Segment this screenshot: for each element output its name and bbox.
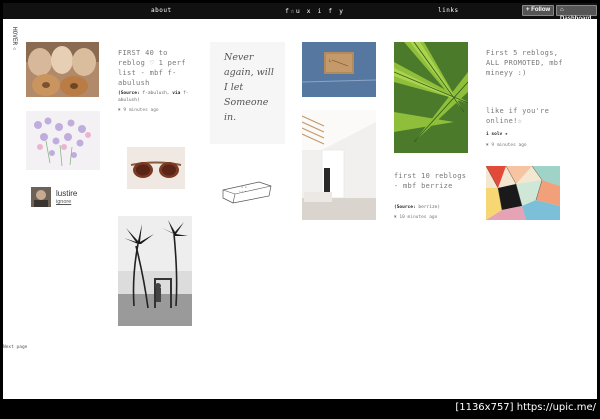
source-label: (Source: xyxy=(118,91,140,96)
post-time-2[interactable]: ✖ 10 minutes ago xyxy=(394,215,437,220)
post-time-1[interactable]: ✖ 9 minutes ago xyxy=(118,108,159,113)
donuts-image[interactable] xyxy=(26,42,99,97)
source-link[interactable]: f-abulush, xyxy=(142,91,169,96)
palm-beach-image[interactable] xyxy=(118,216,192,326)
cake-sketch-image[interactable]: × × • • • xyxy=(219,176,273,204)
cake-sketch: × × • • • xyxy=(219,176,273,204)
top-bar: about f☆u x i f y links + Follow ⌂ Dashb… xyxy=(3,3,597,22)
post-text-3: like if you're online!☆ xyxy=(486,107,550,125)
nav-links-link[interactable]: links xyxy=(438,7,459,14)
geometric-art xyxy=(486,166,560,220)
post-sub-3: i solv ★ xyxy=(486,131,508,138)
next-page-link[interactable]: Next page xyxy=(3,345,27,350)
avatar-photo xyxy=(31,187,51,207)
donuts-photo xyxy=(26,42,99,97)
avatar[interactable] xyxy=(31,187,51,207)
post-title-3[interactable]: First 5 reblogs, ALL PROMOTED, mbf miney… xyxy=(486,48,566,78)
geometric-art-image[interactable] xyxy=(486,166,560,220)
agave-photo xyxy=(394,42,468,153)
hover-label[interactable]: HOVER☆ xyxy=(11,27,18,52)
source-label-2: (Source: xyxy=(394,205,416,210)
follow-name[interactable]: lustire xyxy=(56,189,77,198)
agave-image[interactable] xyxy=(394,42,468,153)
jeans-photo: L xyxy=(302,42,376,97)
palm-beach-photo xyxy=(118,216,192,326)
ignore-link[interactable]: ignore xyxy=(56,199,71,205)
watercolor-flowers-image[interactable] xyxy=(26,111,100,170)
watermark-text: [1136x757] https://upic.me/ xyxy=(455,402,596,413)
blog-title[interactable]: f☆u x i f y xyxy=(285,7,345,15)
sunglasses-photo xyxy=(127,147,185,189)
source-link-2[interactable]: berrize) xyxy=(418,205,440,210)
handwritten-note-image[interactable]: Never again, will I let Someone in. xyxy=(210,42,285,144)
post-sub-text: i solv ★ xyxy=(486,132,508,137)
nav-about-link[interactable]: about xyxy=(151,7,172,14)
dashboard-button[interactable]: ⌂ Dashboard xyxy=(556,5,597,22)
post-source-2: (Source: berrize) xyxy=(394,204,440,211)
post-title-2[interactable]: first 10 reblogs - mbf berrize xyxy=(394,171,474,191)
post-source-1: (Source: f-abulush, via f-abulush) xyxy=(118,90,200,104)
follow-button[interactable]: + Follow xyxy=(522,5,555,16)
note-text: Never again, will I let Someone in. xyxy=(224,52,274,123)
jeans-image[interactable]: L xyxy=(302,42,376,97)
post-title-1[interactable]: FIRST 40 to reblog ♡ 1 perf list - mbf f… xyxy=(118,48,198,88)
white-room-image[interactable] xyxy=(302,110,376,220)
page: about f☆u x i f y links + Follow ⌂ Dashb… xyxy=(3,3,597,399)
post-time-3[interactable]: ✖ 9 minutes ago xyxy=(486,143,527,148)
via-label: via xyxy=(172,91,181,96)
sunglasses-image[interactable] xyxy=(127,147,185,189)
flowers-art xyxy=(26,111,100,170)
svg-text:• • •: • • • xyxy=(239,189,246,193)
white-room-photo xyxy=(302,110,376,220)
